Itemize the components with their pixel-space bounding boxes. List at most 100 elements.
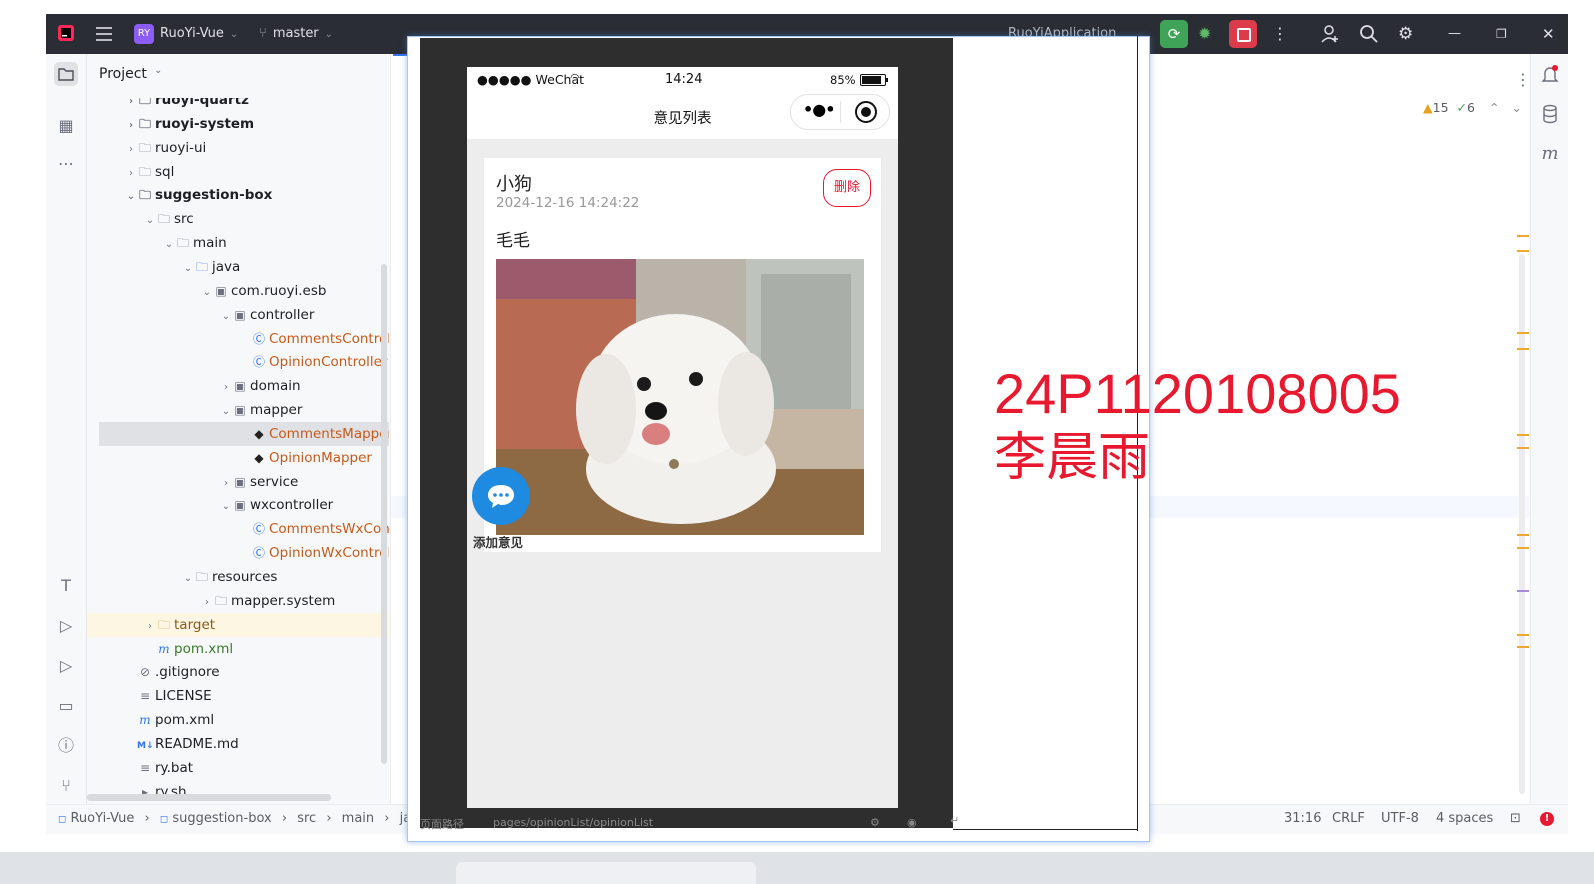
indent-setting[interactable]: 4 spaces bbox=[1436, 805, 1493, 833]
tree-row[interactable]: M↓ README.md bbox=[87, 732, 389, 756]
tree-horizontal-scrollbar[interactable] bbox=[87, 794, 331, 801]
line-ending[interactable]: CRLF bbox=[1332, 805, 1365, 833]
tree-row[interactable]: › ▣ domain bbox=[87, 374, 389, 398]
inspection-widget[interactable]: ▲15 ✓6 ⌃ ⌄ bbox=[1423, 100, 1522, 115]
chevron-down-icon[interactable]: ⌄ bbox=[182, 567, 194, 591]
delete-button[interactable]: 删除 bbox=[823, 169, 871, 207]
intellij-logo-icon[interactable] bbox=[56, 14, 76, 54]
debug-icon[interactable]: ✹ bbox=[1198, 14, 1211, 54]
tree-row[interactable]: ⌄ 🗀 src bbox=[87, 207, 389, 231]
git-icon[interactable]: ⑂ bbox=[54, 774, 78, 798]
page-path[interactable]: pages/opinionList/opinionList bbox=[493, 816, 653, 829]
tree-row[interactable]: ⌄ 🗀 java bbox=[87, 255, 389, 279]
breadcrumb-item[interactable]: RuoYi-Vue bbox=[70, 811, 134, 826]
breadcrumb-item[interactable]: suggestion-box bbox=[172, 811, 271, 826]
tree-row[interactable]: › 🗀 target bbox=[87, 612, 389, 639]
terminal-icon[interactable]: ▭ bbox=[54, 694, 78, 718]
chevron-down-icon[interactable]: ⌄ bbox=[125, 185, 137, 209]
tree-row[interactable]: › 🗀 sql bbox=[87, 160, 389, 184]
search-icon[interactable] bbox=[1359, 14, 1379, 54]
tree-row[interactable]: ⌄ 🗀 resources bbox=[87, 565, 389, 589]
chevron-right-icon[interactable]: › bbox=[144, 615, 156, 639]
breadcrumb-item[interactable]: main bbox=[342, 811, 374, 826]
project-panel-title[interactable]: Project bbox=[99, 66, 147, 82]
tree-row[interactable]: ⌄ 🗀 suggestion-box bbox=[87, 183, 389, 207]
tree-row[interactable]: ≡ LICENSE bbox=[87, 684, 389, 708]
chevron-right-icon[interactable]: › bbox=[220, 376, 232, 400]
tree-row[interactable]: › 🗀 mapper.system bbox=[87, 589, 389, 613]
tree-row[interactable]: › ▣ service bbox=[87, 470, 389, 494]
close-miniprogram-icon[interactable] bbox=[855, 101, 877, 123]
file-encoding[interactable]: UTF-8 bbox=[1381, 805, 1419, 833]
more-vertical-icon[interactable]: ⋮ bbox=[1515, 70, 1531, 89]
project-folder-icon[interactable] bbox=[54, 62, 78, 86]
tree-scrollbar[interactable] bbox=[381, 264, 387, 764]
maven-icon[interactable]: m bbox=[1538, 142, 1562, 166]
chevron-right-icon[interactable]: › bbox=[220, 472, 232, 496]
add-opinion-label[interactable]: 添加意见 bbox=[473, 532, 523, 551]
tree-row[interactable]: ≡ ry.bat bbox=[87, 756, 389, 780]
structure-icon[interactable]: ▦ bbox=[54, 114, 78, 138]
main-menu-icon[interactable] bbox=[94, 14, 114, 54]
tree-row[interactable]: Ⓒ OpinionController bbox=[87, 350, 389, 374]
tree-row[interactable]: ◆ OpinionMapper bbox=[87, 446, 389, 470]
chevron-down-icon[interactable]: ⌄ bbox=[201, 281, 213, 305]
tree-row[interactable]: ⌄ ▣ wxcontroller bbox=[87, 493, 389, 517]
chevron-down-icon[interactable]: ⌄ bbox=[220, 495, 232, 519]
chevron-down-icon[interactable]: ⌄ bbox=[1511, 100, 1521, 115]
taskbar-search[interactable] bbox=[456, 862, 756, 884]
stop-button[interactable] bbox=[1229, 14, 1257, 54]
tree-row[interactable]: Ⓒ CommentsController bbox=[87, 327, 389, 351]
more-tools-icon[interactable]: ⋯ bbox=[54, 152, 78, 176]
tree-row[interactable]: ⊘ .gitignore bbox=[87, 660, 389, 684]
rerun-button[interactable]: ⟳ bbox=[1160, 14, 1188, 54]
opinion-image[interactable] bbox=[496, 259, 864, 535]
branch-switcher[interactable]: ⑂ master ⌄ bbox=[259, 14, 333, 54]
chevron-down-icon[interactable]: ⌄ bbox=[154, 65, 162, 76]
tree-row[interactable]: Ⓒ CommentsWxController bbox=[87, 517, 389, 541]
settings-gear-icon[interactable]: ⚙ bbox=[1398, 14, 1413, 54]
return-icon[interactable]: ↵ bbox=[950, 814, 959, 827]
chevron-down-icon[interactable]: ⌄ bbox=[163, 233, 175, 257]
notifications-bell-icon[interactable] bbox=[1538, 62, 1562, 86]
error-indicator-icon[interactable]: ! bbox=[1540, 812, 1554, 826]
tree-row[interactable]: m pom.xml bbox=[87, 708, 389, 732]
add-user-icon[interactable] bbox=[1320, 14, 1340, 54]
chevron-down-icon[interactable]: ⌄ bbox=[220, 305, 232, 329]
build-hammer-icon[interactable]: T bbox=[54, 574, 78, 598]
add-opinion-fab[interactable] bbox=[472, 467, 530, 525]
chevron-down-icon[interactable]: ⌄ bbox=[144, 209, 156, 233]
tree-row[interactable]: ⌄ ▣ controller bbox=[87, 303, 389, 327]
tree-row[interactable]: m pom.xml bbox=[87, 637, 389, 661]
lock-icon[interactable]: ⊡ bbox=[1510, 805, 1521, 833]
chevron-right-icon[interactable]: › bbox=[125, 138, 137, 162]
chevron-right-icon[interactable]: › bbox=[125, 162, 137, 186]
tree-row[interactable]: › 🗀 ruoyi-system bbox=[87, 112, 389, 136]
breadcrumb-item[interactable]: src bbox=[297, 811, 316, 826]
more-dots-icon[interactable]: •●• bbox=[803, 100, 835, 119]
run-icon[interactable]: ▷ bbox=[54, 654, 78, 678]
editor-scrollbar[interactable] bbox=[1519, 254, 1525, 794]
problems-icon[interactable]: ⓘ bbox=[54, 734, 78, 758]
caret-position[interactable]: 31:16 bbox=[1284, 805, 1321, 833]
chevron-down-icon[interactable]: ⌄ bbox=[182, 257, 194, 281]
database-icon[interactable] bbox=[1538, 102, 1562, 126]
more-vertical-icon[interactable]: ⋮ bbox=[1272, 14, 1288, 54]
chevron-right-icon[interactable]: › bbox=[125, 114, 137, 138]
tree-row[interactable]: ◆ CommentsMapper bbox=[99, 421, 389, 446]
page-path-label[interactable]: 页面路径 bbox=[420, 816, 464, 832]
minimize-button[interactable]: — bbox=[1448, 14, 1461, 54]
eye-icon[interactable]: ◉ bbox=[907, 816, 917, 829]
tree-row[interactable]: ⌄ ▣ mapper bbox=[87, 398, 389, 422]
restore-button[interactable]: ❐ bbox=[1496, 14, 1507, 54]
chevron-down-icon[interactable]: ⌄ bbox=[220, 400, 232, 424]
chevron-up-icon[interactable]: ⌃ bbox=[1489, 100, 1499, 115]
tree-row[interactable]: › 🗀 ruoyi-quartz bbox=[87, 98, 389, 112]
close-button[interactable]: ✕ bbox=[1542, 14, 1555, 54]
tree-row[interactable]: › 🗀 ruoyi-ui bbox=[87, 136, 389, 160]
tree-row[interactable]: ⌄ 🗀 main bbox=[87, 231, 389, 255]
services-icon[interactable]: ▷ bbox=[54, 614, 78, 638]
tree-row[interactable]: ⌄ ▣ com.ruoyi.esb bbox=[87, 279, 389, 303]
project-switcher[interactable]: RY RuoYi-Vue ⌄ bbox=[134, 14, 238, 54]
chevron-right-icon[interactable]: › bbox=[201, 591, 213, 615]
